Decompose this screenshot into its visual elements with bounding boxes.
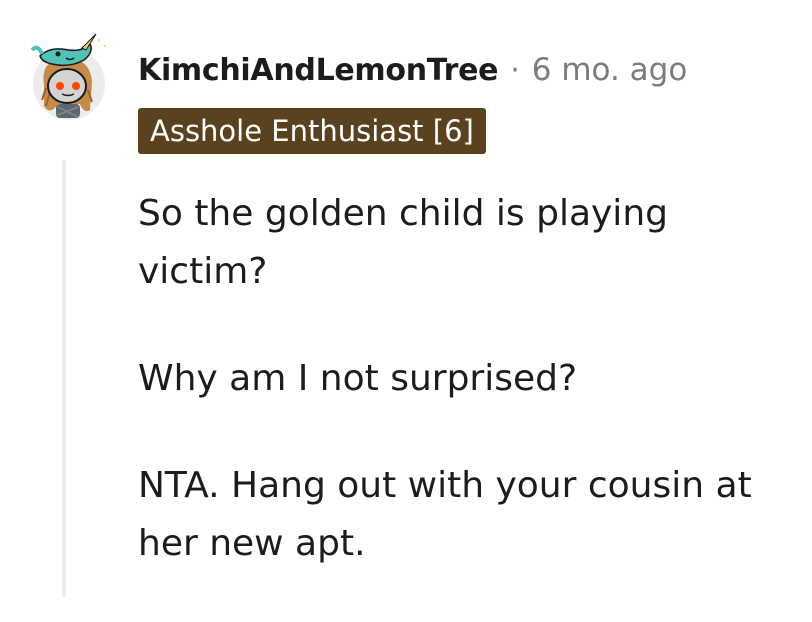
user-avatar[interactable] [24, 30, 114, 120]
thread-collapse-line[interactable] [62, 160, 66, 597]
comment-timestamp[interactable]: 6 mo. ago [532, 52, 688, 88]
comment-paragraph: NTA. Hang out with your cousin at her ne… [138, 465, 752, 564]
snoo-avatar-icon [30, 33, 106, 120]
comment-paragraph: Why am I not surprised? [138, 358, 578, 399]
comment-header: KimchiAndLemonTree · 6 mo. ago [138, 48, 687, 92]
username-link[interactable]: KimchiAndLemonTree [138, 53, 499, 88]
comment-body: So the golden child is playing victim? W… [138, 185, 798, 622]
comment-paragraph: So the golden child is playing victim? [138, 193, 668, 292]
user-flair: Asshole Enthusiast [6] [138, 108, 486, 154]
meta-separator: · [510, 52, 520, 88]
